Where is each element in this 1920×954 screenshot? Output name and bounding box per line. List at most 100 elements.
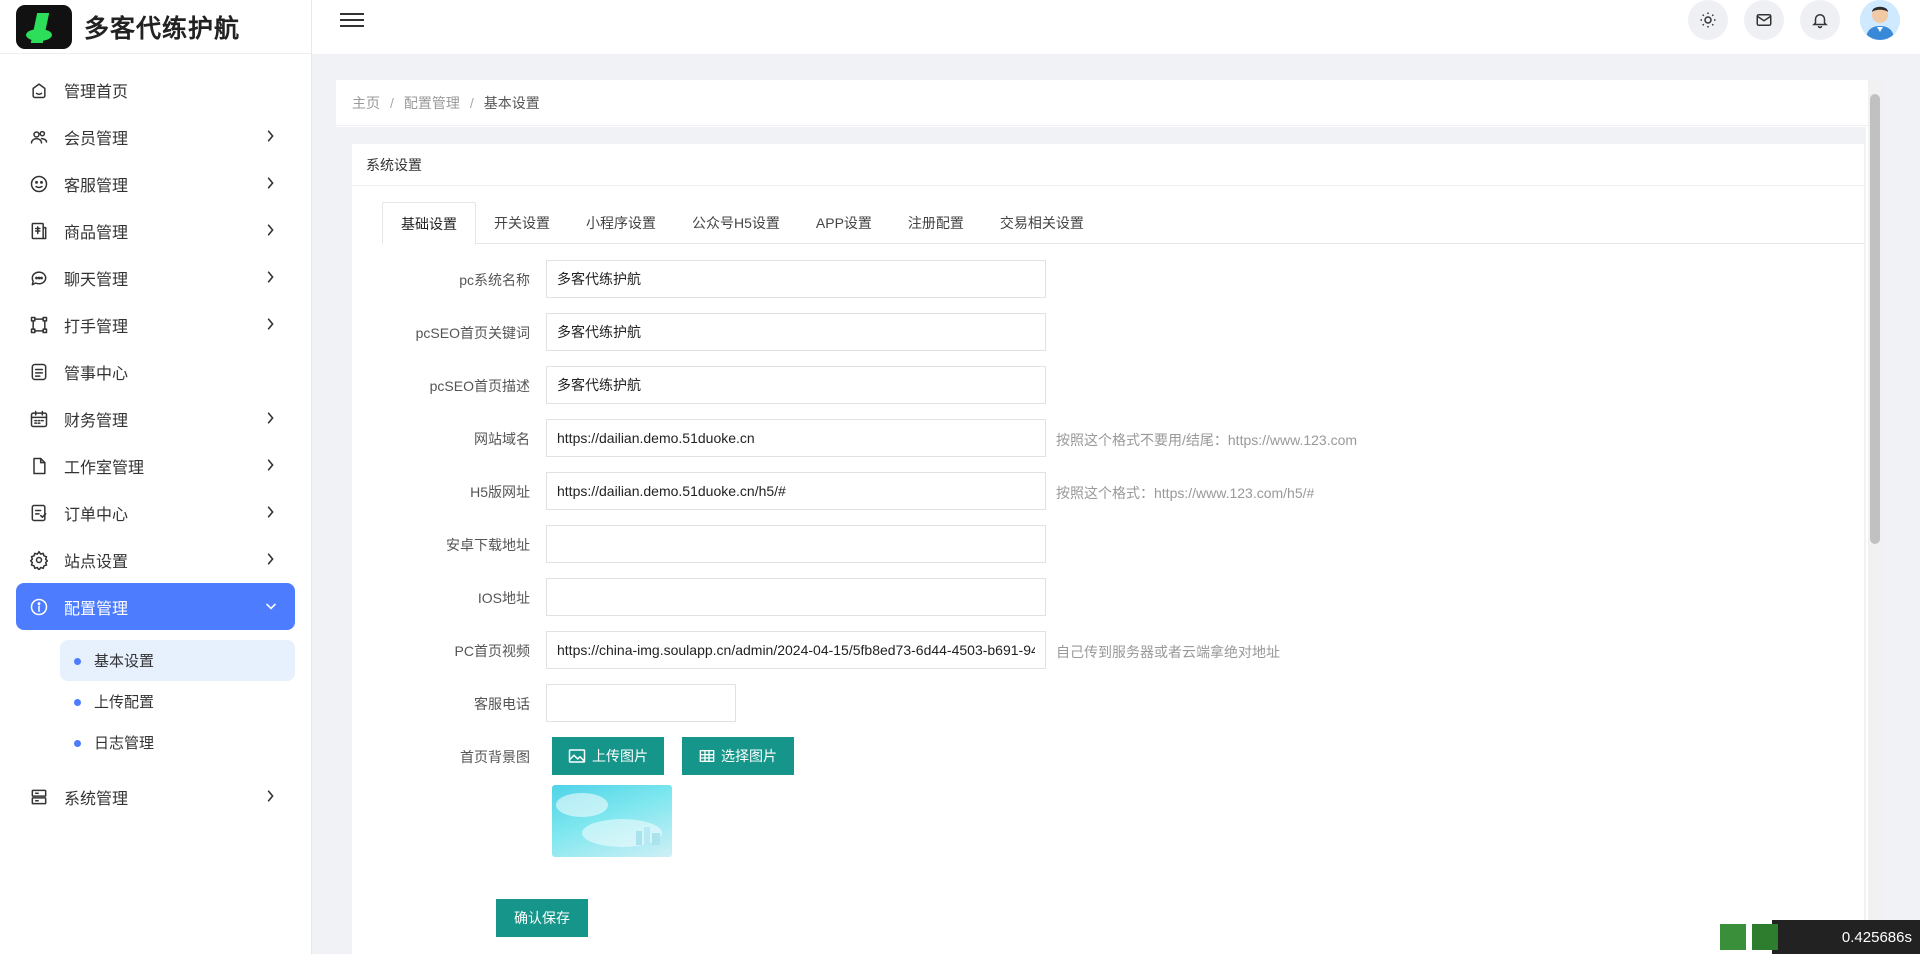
text-input[interactable] <box>546 260 1046 298</box>
text-input[interactable] <box>546 366 1046 404</box>
sidebar-item[interactable]: 站点设置 <box>16 536 295 583</box>
sidebar-item[interactable]: 订单中心 <box>16 489 295 536</box>
goods-icon-wrap <box>28 220 50 242</box>
sidebar-item[interactable]: 系统管理 <box>16 773 295 820</box>
image-icon <box>568 749 586 763</box>
tab[interactable]: 基础设置 <box>382 202 476 245</box>
sidebar-item[interactable]: 客服管理 <box>16 160 295 207</box>
sidebar-item-label: 会员管理 <box>64 130 129 148</box>
chevron-right-icon <box>267 553 274 565</box>
sidebar-item[interactable]: 财务管理 <box>16 395 295 442</box>
tab[interactable]: APP设置 <box>798 202 890 244</box>
breadcrumb-config[interactable]: 配置管理 <box>404 93 460 113</box>
menu-toggle-icon[interactable] <box>340 9 364 29</box>
scrollbar-thumb[interactable] <box>1870 94 1880 544</box>
order-icon-wrap <box>28 502 50 524</box>
sidebar-item[interactable]: 打手管理 <box>16 301 295 348</box>
notifications-button[interactable] <box>1800 0 1840 40</box>
perf-time: 0.425686s <box>1841 928 1912 946</box>
sidebar-item[interactable]: 聊天管理 <box>16 254 295 301</box>
nodes-icon-wrap <box>28 314 50 336</box>
tab[interactable]: 公众号H5设置 <box>674 202 798 244</box>
sidebar-item[interactable]: 管理首页 <box>16 66 295 113</box>
home-icon <box>32 82 46 98</box>
breadcrumb-home[interactable]: 主页 <box>352 93 380 113</box>
settings-card: 系统设置 基础设置 开关设置 小程序设置 公众号H5设置 APP设置 注册配置 交易相关设置… <box>352 144 1864 954</box>
sidebar-item[interactable]: 管事中心 <box>16 348 295 395</box>
background-image-preview[interactable] <box>552 785 672 857</box>
upload-image-button[interactable]: 上传图片 <box>552 737 664 775</box>
file-icon-wrap <box>28 455 50 477</box>
text-input[interactable] <box>546 578 1046 616</box>
calendar-icon-wrap <box>28 408 50 430</box>
chevron-right-icon <box>267 318 274 330</box>
messages-button[interactable] <box>1744 0 1784 40</box>
chevron-right-icon <box>267 130 274 142</box>
choose-image-button[interactable]: 选择图片 <box>682 737 794 775</box>
sidebar-subitem[interactable]: 上传配置 <box>60 681 295 722</box>
chat-icon <box>31 270 47 285</box>
sidebar-item[interactable]: 商品管理 <box>16 207 295 254</box>
field-label: pcSEO首页关键词 <box>415 325 530 341</box>
sidebar-item-label: 财务管理 <box>64 412 129 430</box>
server-icon <box>31 789 47 804</box>
app-title: 多客代练护航 <box>84 14 241 43</box>
tab[interactable]: 小程序设置 <box>568 202 674 244</box>
avatar-icon <box>1860 0 1900 40</box>
field-label: pcSEO首页描述 <box>429 378 530 394</box>
sidebar-subitem[interactable]: 日志管理 <box>60 722 295 763</box>
text-input[interactable] <box>546 472 1046 510</box>
tab[interactable]: 开关设置 <box>476 202 568 244</box>
chevron-down-icon <box>266 603 276 610</box>
smile-icon <box>30 175 48 192</box>
sidebar-item-label: 配置管理 <box>64 600 129 618</box>
text-input[interactable] <box>546 313 1046 351</box>
grid-icon <box>699 750 715 762</box>
page-scrollbar[interactable] <box>1868 80 1882 954</box>
save-button[interactable]: 确认保存 <box>496 899 588 937</box>
text-input[interactable] <box>546 419 1046 457</box>
settings-tabs: 基础设置 开关设置 小程序设置 公众号H5设置 APP设置 注册配置 交易相关设置 <box>382 202 1864 245</box>
bullet-dot <box>74 658 81 665</box>
chevron-right-icon <box>267 412 274 424</box>
field-label: 网站域名 <box>474 431 530 447</box>
text-input[interactable] <box>546 525 1046 563</box>
field-label: IOS地址 <box>477 590 530 606</box>
logo-area: 多客代练护航 <box>0 0 311 54</box>
mail-icon <box>1756 14 1772 26</box>
field-label: H5版网址 <box>470 484 530 500</box>
sidebar-item[interactable]: 会员管理 <box>16 113 295 160</box>
chevron-right-icon <box>267 177 274 189</box>
breadcrumb-separator: / <box>390 94 394 111</box>
choose-image-label: 选择图片 <box>721 748 777 764</box>
tab[interactable]: 注册配置 <box>890 202 982 244</box>
sidebar-subitem[interactable]: 基本设置 <box>60 640 295 681</box>
top-header <box>312 0 1920 54</box>
tab[interactable]: 交易相关设置 <box>982 202 1102 244</box>
chevron-right-icon <box>267 459 274 471</box>
text-input[interactable] <box>546 631 1046 669</box>
info-icon <box>30 598 48 615</box>
chevron-right-icon <box>267 271 274 283</box>
bell-icon <box>1812 14 1828 29</box>
card-title: 系统设置 <box>352 144 1864 186</box>
sidebar-item-label: 订单中心 <box>64 506 129 524</box>
smile-icon-wrap <box>28 173 50 195</box>
sidebar-item[interactable]: 配置管理 <box>16 583 295 630</box>
gear-icon <box>29 550 49 570</box>
sidebar: 多客代练护航 管理首页会员管理客服管理 商品管理 聊天管理 打手管理 管事中心财务管理工… <box>0 0 312 954</box>
sidebar-item-label: 工作室管理 <box>64 459 145 477</box>
breadcrumb: 主页 / 配置管理 / 基本设置 <box>336 80 1880 126</box>
home-icon-wrap <box>28 79 50 101</box>
perf-icon <box>1720 924 1746 950</box>
text-input[interactable] <box>546 684 736 722</box>
perf-indicator: 0.425686s <box>1720 920 1920 954</box>
doc-icon <box>31 363 47 380</box>
user-avatar[interactable] <box>1860 0 1900 40</box>
sidebar-subitem-label: 日志管理 <box>94 735 155 752</box>
info-icon-wrap <box>28 596 50 618</box>
theme-toggle-button[interactable] <box>1688 0 1728 40</box>
field-hint: 按照这个格式不要用/结尾：https://www.123.com <box>1056 432 1358 448</box>
sidebar-item[interactable]: 工作室管理 <box>16 442 295 489</box>
field-label: 首页背景图 <box>460 749 530 765</box>
